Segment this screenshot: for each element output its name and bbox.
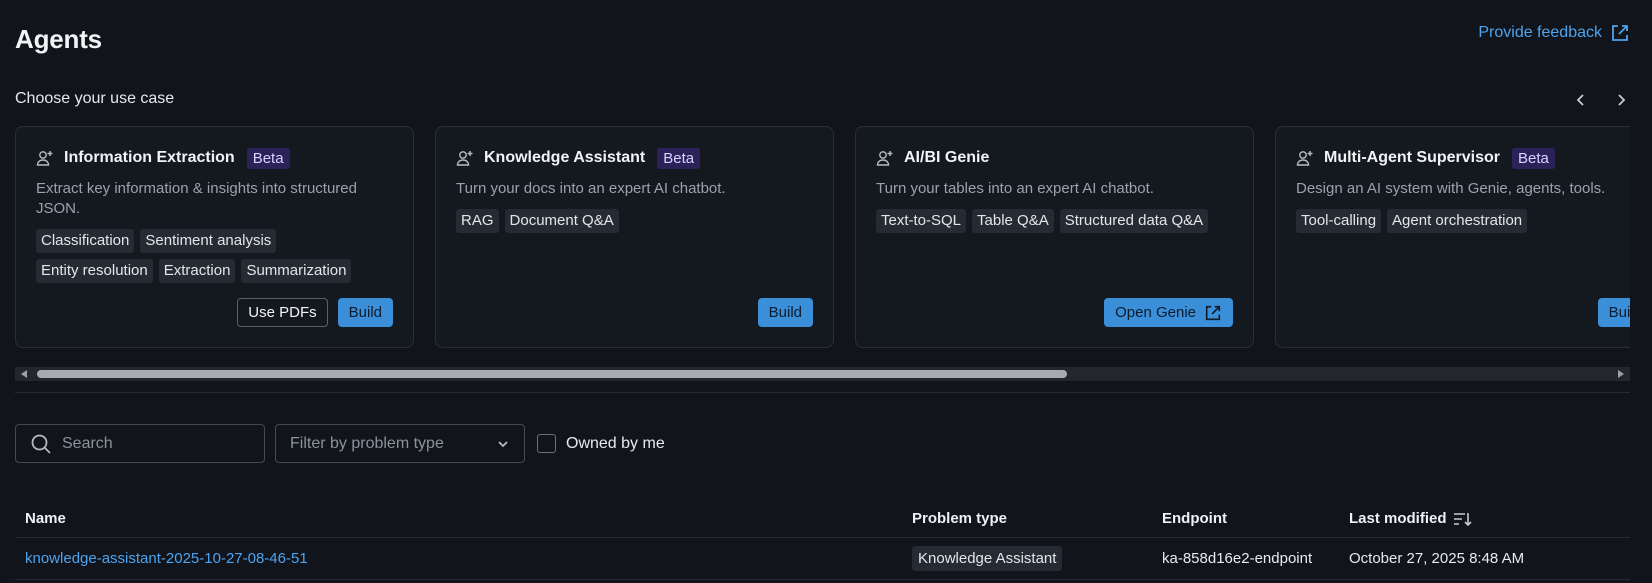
scroll-left-arrow-icon[interactable] — [21, 370, 27, 378]
horizontal-scrollbar[interactable] — [15, 367, 1630, 381]
owned-by-me-label: Owned by me — [566, 434, 665, 452]
endpoint-cell: ka-858d16e2-endpoint — [1162, 549, 1313, 567]
tag: Agent orchestration — [1387, 209, 1528, 233]
card-tags: Tool-calling Agent orchestration — [1296, 209, 1630, 233]
beta-badge: Beta — [1512, 147, 1555, 169]
card-description: Extract key information & insights into … — [36, 180, 357, 217]
tag: Entity resolution — [36, 259, 153, 283]
table-row[interactable]: knowledge-assistant-2025-10-27-08-46-51 … — [15, 538, 1630, 580]
open-genie-button[interactable]: Open Genie — [1104, 298, 1233, 327]
use-pdfs-button[interactable]: Use PDFs — [237, 298, 328, 327]
usecase-card-information-extraction: Information Extraction Beta Extract key … — [15, 126, 414, 348]
problem-type-select[interactable]: Filter by problem type — [275, 424, 525, 463]
tag: Summarization — [241, 259, 352, 283]
card-description: Turn your docs into an expert AI chatbot… — [456, 180, 726, 197]
sort-descending-icon[interactable] — [1453, 510, 1473, 528]
tag: Table Q&A — [972, 209, 1054, 233]
provide-feedback-link[interactable]: Provide feedback — [1478, 23, 1630, 43]
feedback-label: Provide feedback — [1478, 24, 1602, 41]
column-header-endpoint[interactable]: Endpoint — [1162, 510, 1349, 527]
build-button[interactable]: Build — [1597, 298, 1630, 327]
card-title: Knowledge Assistant — [484, 149, 646, 166]
column-header-problem-type[interactable]: Problem type — [912, 510, 1162, 527]
card-tags: Text-to-SQL Table Q&A Structured data Q&… — [876, 209, 1226, 233]
user-add-icon — [1296, 149, 1314, 167]
user-add-icon — [36, 149, 54, 167]
agents-page: Agents Provide feedback Choose your use … — [0, 0, 1652, 583]
card-title: Multi-Agent Supervisor — [1324, 149, 1501, 166]
search-input[interactable] — [62, 434, 242, 453]
card-title: AI/BI Genie — [904, 149, 990, 166]
usecase-card-multi-agent-supervisor: Multi-Agent Supervisor Beta Design an AI… — [1275, 126, 1630, 348]
chevron-down-icon — [498, 440, 508, 447]
agents-table: Name Problem type Endpoint Last modified… — [15, 500, 1630, 580]
search-icon — [31, 434, 51, 454]
tag: Structured data Q&A — [1059, 209, 1209, 233]
section-divider — [15, 392, 1630, 393]
scroll-right-arrow-icon[interactable] — [1618, 370, 1624, 378]
carousel-nav — [1572, 90, 1630, 110]
page-header: Agents Provide feedback — [15, 20, 1630, 60]
chevron-left-icon[interactable] — [1572, 90, 1590, 110]
owned-by-me-toggle[interactable]: Owned by me — [537, 434, 665, 453]
card-title: Information Extraction — [64, 149, 235, 166]
build-button[interactable]: Build — [337, 298, 393, 327]
tag: RAG — [456, 209, 499, 233]
external-link-icon — [1612, 25, 1628, 41]
column-header-last-modified[interactable]: Last modified — [1349, 510, 1630, 528]
problem-type-placeholder: Filter by problem type — [290, 434, 444, 452]
problem-type-badge: Knowledge Assistant — [912, 545, 1063, 571]
search-box — [15, 424, 265, 463]
tag: Text-to-SQL — [876, 209, 967, 233]
user-add-icon — [876, 149, 894, 167]
table-header: Name Problem type Endpoint Last modified — [15, 500, 1630, 538]
build-button[interactable]: Build — [757, 298, 813, 327]
tag: Sentiment analysis — [140, 229, 277, 253]
card-description: Turn your tables into an expert AI chatb… — [876, 180, 1154, 197]
card-tags: RAG Document Q&A — [456, 209, 806, 233]
agent-name-link[interactable]: knowledge-assistant-2025-10-27-08-46-51 — [25, 550, 308, 567]
open-genie-label: Open Genie — [1115, 304, 1196, 321]
filter-bar: Filter by problem type Owned by me — [15, 424, 665, 463]
usecase-header: Choose your use case — [15, 90, 1630, 112]
owned-by-me-checkbox[interactable] — [537, 434, 556, 453]
beta-badge: Beta — [657, 147, 701, 169]
tag: Extraction — [158, 259, 236, 283]
column-header-name[interactable]: Name — [15, 510, 912, 527]
beta-badge: Beta — [246, 147, 290, 169]
usecase-label: Choose your use case — [15, 90, 175, 107]
tag: Tool-calling — [1296, 209, 1382, 233]
tag: Document Q&A — [504, 209, 619, 233]
tag: Classification — [36, 229, 135, 253]
last-modified-cell: October 27, 2025 8:48 AM — [1349, 549, 1525, 567]
card-description: Design an AI system with Genie, agents, … — [1296, 180, 1606, 197]
card-tags: Classification Sentiment analysis Entity… — [36, 229, 386, 283]
scrollbar-thumb[interactable] — [37, 370, 1067, 378]
user-add-icon — [456, 149, 474, 167]
usecase-card-ai-bi-genie: AI/BI Genie Turn your tables into an exp… — [855, 126, 1254, 348]
usecase-carousel: Information Extraction Beta Extract key … — [15, 126, 1630, 348]
usecase-card-knowledge-assistant: Knowledge Assistant Beta Turn your docs … — [435, 126, 834, 348]
chevron-right-icon[interactable] — [1612, 90, 1630, 110]
last-modified-label: Last modified — [1349, 510, 1447, 527]
external-link-icon — [1205, 305, 1221, 320]
page-title: Agents — [15, 24, 102, 54]
